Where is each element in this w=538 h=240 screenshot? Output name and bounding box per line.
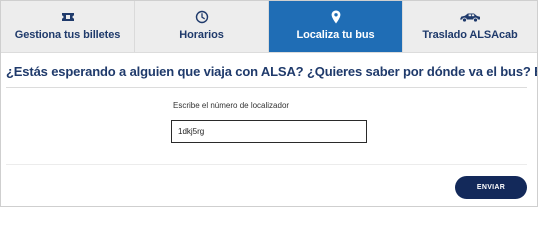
tab-label: Horarios: [179, 29, 224, 41]
tab-label: Localiza tu bus: [296, 29, 375, 41]
divider: [6, 87, 527, 88]
page-headline: ¿Estás esperando a alguien que viaja con…: [6, 64, 537, 79]
locator-label: Escribe el número de localizador: [173, 101, 290, 110]
tab-label: Traslado ALSAcab: [422, 29, 518, 41]
locator-input[interactable]: [171, 120, 367, 143]
submit-button[interactable]: ENVIAR: [455, 176, 527, 199]
tab-gestiona-billetes[interactable]: Gestiona tus billetes: [1, 1, 135, 52]
tab-traslado-alsacab[interactable]: Traslado ALSAcab: [403, 1, 537, 52]
tab-label: Gestiona tus billetes: [14, 29, 121, 41]
tab-bar: Gestiona tus billetes Horarios Localiza …: [1, 1, 537, 53]
location-pin-icon: [331, 10, 340, 24]
ticket-icon: [61, 13, 74, 21]
tab-localiza-bus[interactable]: Localiza tu bus: [269, 1, 403, 52]
bus-locator-widget: Gestiona tus billetes Horarios Localiza …: [0, 0, 538, 207]
divider: [6, 164, 527, 165]
clock-icon: [195, 10, 208, 24]
tab-horarios[interactable]: Horarios: [135, 1, 269, 52]
car-icon: [460, 13, 480, 22]
